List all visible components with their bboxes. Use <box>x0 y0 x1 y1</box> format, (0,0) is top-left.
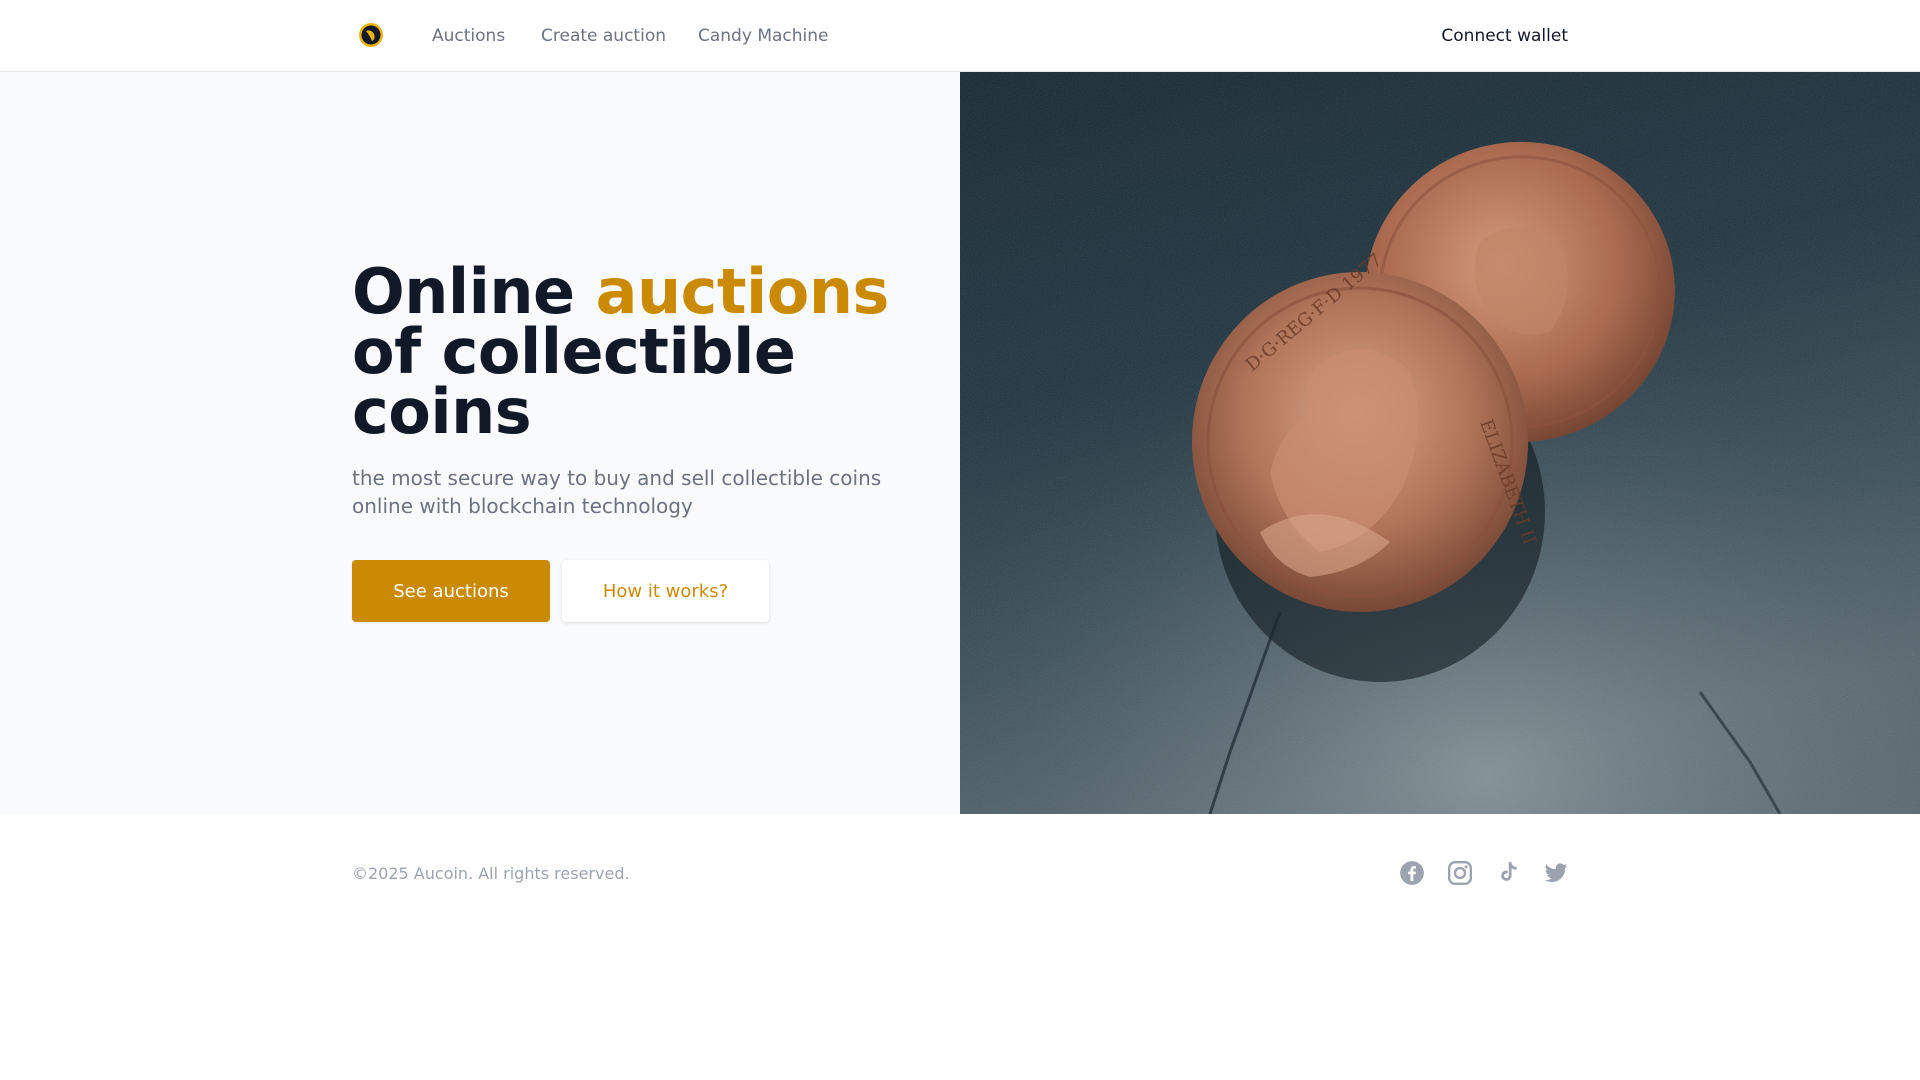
see-auctions-button[interactable]: See auctions <box>352 560 550 622</box>
facebook-icon[interactable] <box>1399 860 1425 886</box>
nav-link-create-auction[interactable]: Create auction <box>541 26 666 46</box>
nav-link-auctions[interactable]: Auctions <box>432 26 505 46</box>
hero-image: D·G·REG·F·D 1977 ELIZABETH II <box>960 72 1920 814</box>
headline-part2: of collectible coins <box>352 315 796 448</box>
how-it-works-button[interactable]: How it works? <box>562 560 769 622</box>
logo-icon[interactable] <box>358 22 384 48</box>
footer: ©2025 Aucoin. All rights reserved. <box>0 814 1920 1080</box>
hero-headline: Online auctions of collectible coins <box>352 261 952 443</box>
connect-wallet-button[interactable]: Connect wallet <box>1441 26 1568 46</box>
top-navbar: Auctions Create auction Candy Machine Co… <box>0 0 1920 72</box>
copyright-text: ©2025 Aucoin. All rights reserved. <box>352 864 630 883</box>
coins-photo: D·G·REG·F·D 1977 ELIZABETH II <box>960 72 1920 814</box>
tiktok-icon[interactable] <box>1495 860 1521 886</box>
hero-subtitle: the most secure way to buy and sell coll… <box>352 466 882 518</box>
nav-link-candy-machine[interactable]: Candy Machine <box>698 26 828 46</box>
twitter-icon[interactable] <box>1543 860 1569 886</box>
instagram-icon[interactable] <box>1447 860 1473 886</box>
